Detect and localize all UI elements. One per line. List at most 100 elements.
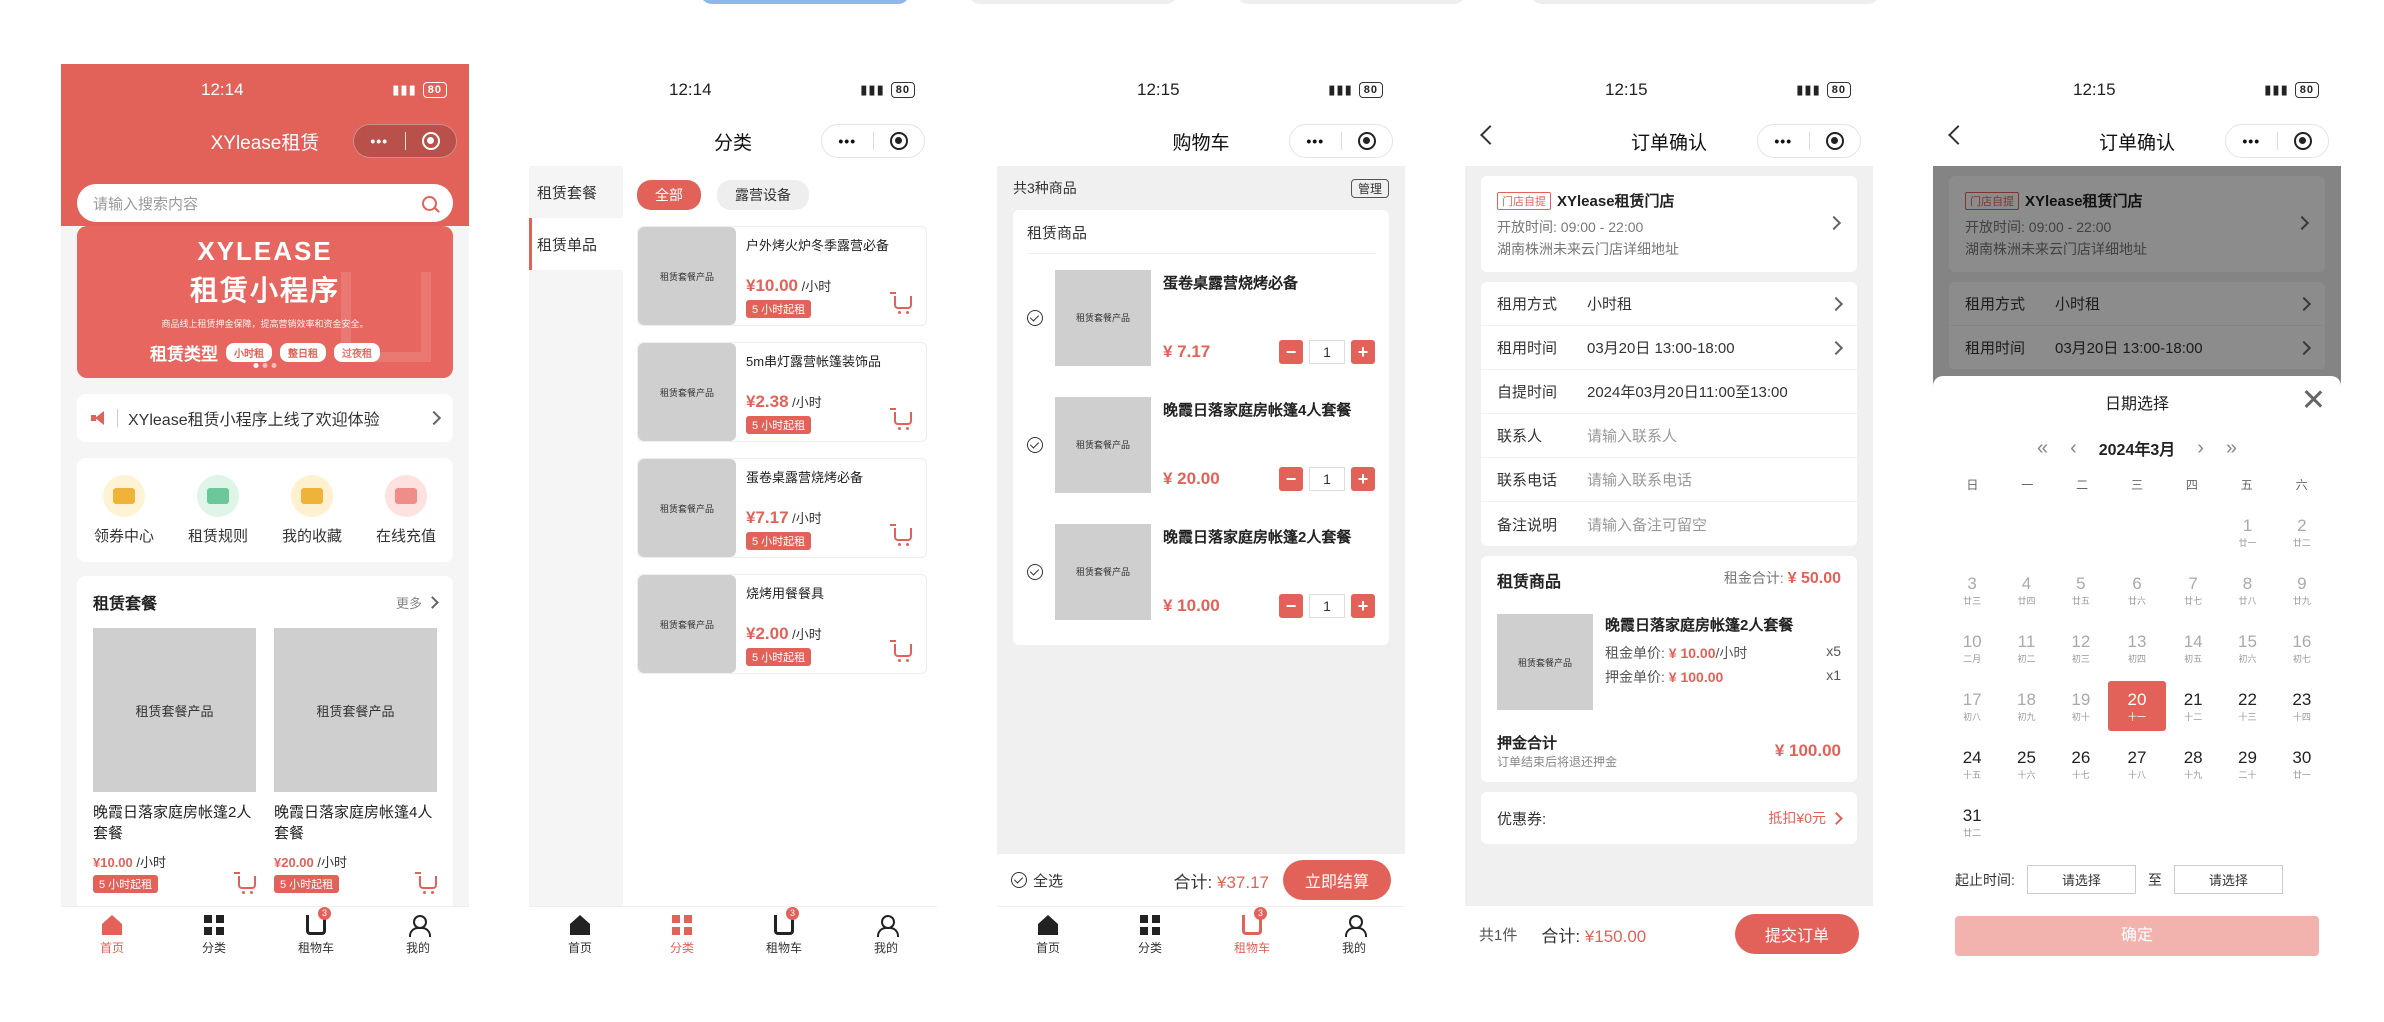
pickup-store[interactable]: 门店自提 XYlease租赁门店 开放时间: 09:00 - 22:00 湖南株洲… [1481, 176, 1857, 272]
back-icon[interactable] [1480, 125, 1500, 145]
filter-chip-all[interactable]: 全部 [637, 180, 701, 210]
prev-month-icon[interactable]: ‹ [2070, 437, 2077, 460]
decrease-button[interactable]: − [1279, 593, 1303, 618]
tab-mine[interactable]: 我的 [835, 907, 937, 962]
next-year-icon[interactable]: » [2226, 437, 2237, 460]
quick-recharge[interactable]: 在线充值 [376, 474, 436, 546]
add-to-cart-icon[interactable] [890, 292, 912, 314]
quick-coupon-center[interactable]: 领券中心 [93, 474, 154, 546]
remark-input[interactable]: 请输入备注可留空 [1587, 514, 1841, 535]
tab-category[interactable]: 分类 [163, 907, 265, 962]
signal-icon: ▮▮▮ [2264, 82, 2289, 97]
tab-label: 我的 [1341, 941, 1366, 955]
close-capsule-button[interactable] [874, 132, 925, 150]
tab-home[interactable]: 首页 [997, 907, 1099, 962]
back-icon[interactable] [1948, 125, 1968, 145]
item-checkbox[interactable] [1027, 309, 1043, 326]
package-card[interactable]: 租赁套餐产品 晚霞日落家庭房帐篷2人套餐 ¥10.00 /小时 5 小时起租 [93, 628, 256, 894]
more-dots-icon[interactable]: ••• [1758, 133, 1809, 149]
product-item[interactable]: 租赁套餐产品 蛋卷桌露营烧烤必备 ¥7.17 /小时 5 小时起租 [637, 458, 927, 558]
calendar-day[interactable]: 26 十七 [2054, 739, 2108, 789]
quantity-value[interactable]: 1 [1309, 466, 1345, 491]
close-capsule-button[interactable] [1342, 132, 1393, 150]
select-all[interactable]: 全选 [1011, 870, 1063, 891]
product-image: 租赁套餐产品 [93, 628, 256, 792]
quantity-value[interactable]: 1 [1309, 593, 1345, 618]
tab-mine[interactable]: 我的 [1303, 907, 1405, 962]
quick-label: 领券中心 [93, 527, 154, 545]
calendar-day[interactable]: 28 十九 [2166, 739, 2220, 789]
calendar-day-selected[interactable]: 20 十一 [2107, 681, 2166, 731]
next-month-icon[interactable]: › [2197, 437, 2204, 460]
calendar-day[interactable]: 25 十六 [1999, 739, 2053, 789]
more-dots-icon[interactable]: ••• [1290, 133, 1341, 149]
calendar-day[interactable]: 23 十四 [2275, 681, 2329, 731]
day-number: 23 [2292, 689, 2312, 709]
more-link[interactable]: 更多 [396, 593, 439, 612]
close-icon[interactable] [2303, 388, 2323, 408]
package-card[interactable]: 租赁套餐产品 晚霞日落家庭房帐篷4人套餐 ¥20.00 /小时 5 小时起租 [274, 628, 437, 894]
increase-button[interactable]: + [1351, 593, 1375, 618]
increase-button[interactable]: + [1351, 339, 1375, 364]
sidebar-item-singles[interactable]: 租赁单品 [529, 218, 623, 270]
confirm-button[interactable]: 确定 [1955, 916, 2319, 956]
select-all-checkbox[interactable] [1011, 872, 1027, 888]
increase-button[interactable]: + [1351, 466, 1375, 491]
filter-chip-camping[interactable]: 露营设备 [717, 180, 809, 210]
form-row-rent-mode[interactable]: 租用方式 小时租 [1481, 282, 1857, 326]
tab-category[interactable]: 分类 [1099, 907, 1201, 962]
close-capsule-button[interactable] [2278, 132, 2329, 150]
form-row-rent-time[interactable]: 租用时间 03月20日 13:00-18:00 [1481, 326, 1857, 370]
decrease-button[interactable]: − [1279, 466, 1303, 491]
user-icon [1344, 915, 1367, 937]
calendar-day[interactable]: 24 十五 [1945, 739, 1999, 789]
tab-home[interactable]: 首页 [529, 907, 631, 962]
tab-cart[interactable]: 3 租物车 [265, 907, 367, 962]
calendar-day[interactable]: 30 廿一 [2275, 739, 2329, 789]
manage-button[interactable]: 管理 [1350, 178, 1389, 198]
tab-mine[interactable]: 我的 [367, 907, 469, 962]
product-item[interactable]: 租赁套餐产品 5m串灯露营帐篷装饰品 ¥2.38 /小时 5 小时起租 [637, 342, 927, 442]
tab-cart[interactable]: 3 租物车 [733, 907, 835, 962]
calendar-day[interactable]: 27 十八 [2108, 739, 2166, 789]
add-to-cart-icon[interactable] [415, 871, 437, 894]
search-icon[interactable] [422, 195, 437, 211]
coupon-row[interactable]: 优惠券: 抵扣¥0元 [1481, 792, 1857, 844]
add-to-cart-icon[interactable] [234, 871, 256, 894]
add-to-cart-icon[interactable] [890, 524, 912, 546]
quantity-value[interactable]: 1 [1309, 339, 1345, 364]
phone-input[interactable]: 请输入联系电话 [1587, 469, 1841, 490]
cart-icon: 3 [306, 907, 331, 935]
tab-home[interactable]: 首页 [61, 907, 163, 962]
more-dots-icon[interactable]: ••• [2226, 133, 2277, 149]
calendar-day[interactable]: 22 十三 [2220, 681, 2274, 731]
tab-cart[interactable]: 3 租物车 [1201, 907, 1303, 962]
more-dots-icon[interactable]: ••• [822, 133, 873, 149]
prev-year-icon[interactable]: « [2037, 437, 2048, 460]
calendar-day[interactable]: 29 二十 [2220, 739, 2274, 789]
promo-banner[interactable]: XYLEASE 租赁小程序 商品线上租赁押金保障，提高营销效率和资金安全。 租赁… [77, 226, 453, 378]
checkout-button[interactable]: 立即结算 [1282, 860, 1391, 900]
submit-order-button[interactable]: 提交订单 [1734, 914, 1859, 954]
add-to-cart-icon[interactable] [890, 408, 912, 430]
product-item[interactable]: 租赁套餐产品 烧烤用餐餐具 ¥2.00 /小时 5 小时起租 [637, 574, 927, 674]
decrease-button[interactable]: − [1279, 339, 1303, 364]
tab-category[interactable]: 分类 [631, 907, 733, 962]
item-checkbox[interactable] [1027, 563, 1043, 580]
calendar-day[interactable]: 31 廿二 [1945, 797, 1999, 847]
calendar-day[interactable]: 21 十二 [2166, 681, 2220, 731]
add-to-cart-icon[interactable] [890, 640, 912, 662]
item-checkbox[interactable] [1027, 436, 1043, 453]
quick-favorites[interactable]: 我的收藏 [282, 474, 342, 546]
notice-bar[interactable]: XYlease租赁小程序上线了欢迎体验 [77, 394, 453, 442]
product-item[interactable]: 租赁套餐产品 户外烤火炉冬季露营必备 ¥10.00 /小时 5 小时起租 [637, 226, 927, 326]
sidebar-item-packages[interactable]: 租赁套餐 [529, 166, 623, 218]
range-start-input[interactable]: 请选择 [2026, 865, 2136, 894]
search-input[interactable]: 请输入搜索内容 [77, 184, 453, 222]
close-capsule-button[interactable] [1810, 132, 1861, 150]
more-dots-icon[interactable]: ••• [354, 133, 405, 149]
quick-rental-rules[interactable]: 租赁规则 [188, 474, 248, 546]
range-end-input[interactable]: 请选择 [2173, 865, 2283, 894]
close-capsule-button[interactable] [406, 132, 457, 150]
contact-input[interactable]: 请输入联系人 [1587, 425, 1841, 446]
